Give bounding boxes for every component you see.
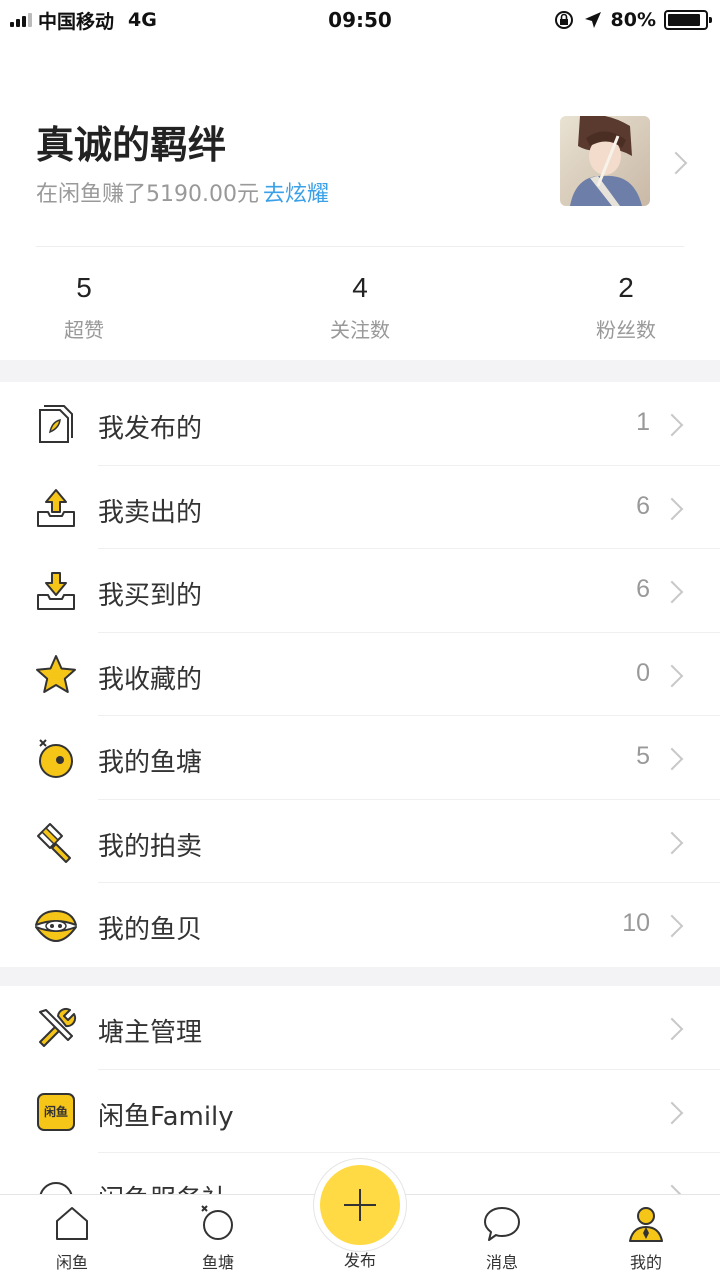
menu-item-label: 我的鱼塘	[98, 748, 203, 778]
tab-label: 闲鱼	[55, 1253, 88, 1272]
chevron-right-icon	[660, 580, 684, 604]
menu-item-count: 1	[636, 408, 650, 436]
menu-item-label: 我买到的	[98, 581, 203, 611]
menu-item-auction[interactable]: 我的拍卖	[0, 800, 720, 883]
menu-item-label: 我的鱼贝	[98, 915, 203, 945]
shell-icon	[35, 910, 77, 942]
user-name: 真诚的羁绊	[36, 123, 227, 167]
tab-label: 鱼塘	[201, 1253, 234, 1272]
menu-item-count: 5	[636, 742, 650, 770]
menu-group-main: 我发布的 1 我卖出的 6 我买到的 6 我收藏的 0 我的鱼塘 5 我的拍卖 …	[0, 382, 720, 967]
menu-item-label: 闲鱼服务社	[98, 1179, 228, 1194]
menu-item-label: 闲鱼Family	[98, 1101, 234, 1132]
fishpond-icon	[39, 739, 73, 778]
tools-icon	[39, 1007, 77, 1047]
headset-icon	[39, 1182, 73, 1194]
document-icon	[39, 405, 73, 443]
tab-label: 消息	[485, 1253, 518, 1272]
outbox-icon	[37, 488, 75, 527]
chevron-right-icon	[660, 914, 684, 938]
stat-likes[interactable]: 5 超赞	[14, 272, 154, 343]
stat-following[interactable]: 4 关注数	[290, 272, 430, 343]
chevron-right-icon	[660, 1101, 684, 1124]
menu-item-label: 我收藏的	[98, 664, 203, 695]
menu-item-count: 6	[636, 491, 650, 520]
earned-amount: 在闲鱼赚了5190.00元	[36, 182, 259, 207]
battery-icon	[664, 10, 712, 30]
menu-item-label: 塘主管理	[98, 1018, 203, 1048]
xianyu-badge-icon: 闲鱼	[37, 1092, 75, 1131]
chevron-right-icon	[660, 747, 684, 771]
chevron-right-icon	[660, 664, 684, 687]
stat-value: 2	[618, 272, 634, 303]
location-arrow-icon	[584, 12, 601, 28]
show-off-link[interactable]: 去炫耀	[263, 182, 329, 207]
earnings-text: 在闲鱼赚了5190.00元 去炫耀	[36, 176, 329, 208]
pond-icon	[201, 1205, 233, 1240]
tab-xianyu[interactable]: 闲鱼	[22, 1203, 122, 1273]
chevron-right-icon	[660, 831, 684, 854]
menu-item-fishpond[interactable]: 我的鱼塘 5	[0, 716, 720, 800]
stat-value: 5	[76, 272, 92, 303]
profile-card[interactable]: 真诚的羁绊 在闲鱼赚了5190.00元 去炫耀 5 超赞 4 关注数 2 粉丝数	[0, 40, 720, 360]
menu-item-label: 我发布的	[98, 414, 203, 444]
chevron-right-icon	[664, 151, 688, 175]
menu-item-published[interactable]: 我发布的 1	[0, 382, 720, 466]
star-icon	[36, 654, 76, 693]
home-icon	[56, 1207, 88, 1240]
tab-messages[interactable]: 消息	[452, 1203, 552, 1273]
chevron-right-icon	[660, 497, 684, 520]
menu-item-count: 0	[636, 658, 650, 687]
chevron-right-icon	[660, 1017, 684, 1041]
menu-item-xianyu-family[interactable]: 闲鱼 闲鱼Family	[0, 1070, 720, 1153]
auction-hammer-icon	[37, 822, 71, 863]
battery-percent: 80%	[610, 9, 656, 31]
chevron-right-icon	[660, 1184, 684, 1194]
inbox-icon	[37, 572, 75, 610]
publish-button[interactable]	[320, 1165, 400, 1245]
menu-item-favorites[interactable]: 我收藏的 0	[0, 633, 720, 716]
tab-mine[interactable]: 我的	[596, 1203, 696, 1273]
stat-value: 4	[352, 272, 368, 303]
stat-followers[interactable]: 2 粉丝数	[556, 272, 696, 343]
chevron-right-icon	[660, 413, 684, 437]
menu-item-count: 6	[636, 575, 650, 603]
stat-label: 超赞	[64, 318, 104, 342]
rotation-lock-icon	[554, 11, 573, 29]
tab-pond[interactable]: 鱼塘	[168, 1203, 268, 1273]
menu-item-label: 我卖出的	[98, 497, 203, 528]
menu-item-sold[interactable]: 我卖出的 6	[0, 466, 720, 549]
avatar[interactable]	[560, 116, 650, 206]
status-bar: 中国移动 4G 09:50 80%	[0, 0, 720, 40]
menu-item-label: 我的拍卖	[98, 831, 203, 862]
menu-item-pond-admin[interactable]: 塘主管理	[0, 986, 720, 1070]
stat-label: 粉丝数	[596, 318, 656, 342]
stat-label: 关注数	[330, 318, 390, 342]
divider	[36, 246, 684, 247]
tab-label: 我的	[629, 1253, 662, 1272]
menu-item-bought[interactable]: 我买到的 6	[0, 549, 720, 633]
chat-bubble-icon	[484, 1207, 520, 1241]
menu-item-count: 10	[622, 909, 650, 937]
user-icon	[629, 1207, 663, 1242]
menu-item-shells[interactable]: 我的鱼贝 10	[0, 883, 720, 967]
